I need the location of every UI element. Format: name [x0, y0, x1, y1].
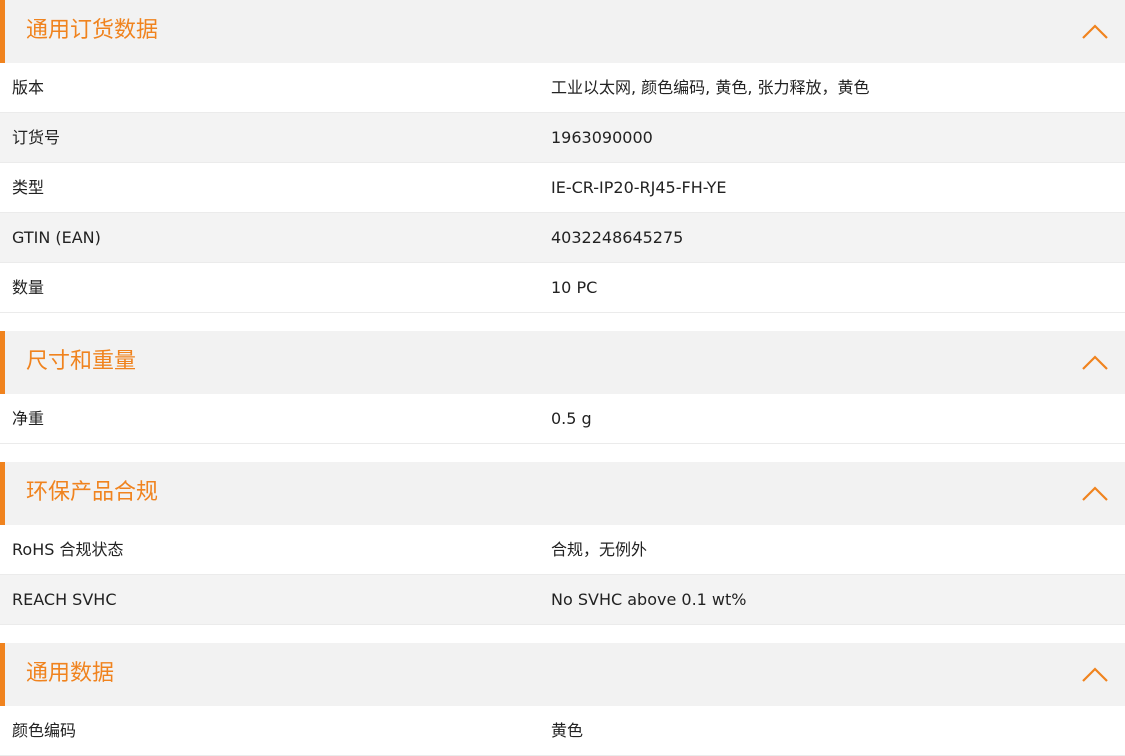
row-value: IE-CR-IP20-RJ45-FH-YE: [551, 178, 727, 197]
row-label: RoHS 合规状态: [12, 540, 124, 559]
table-row: REACH SVHC No SVHC above 0.1 wt%: [0, 575, 1125, 625]
table-row: 颜色编码 黄色: [0, 706, 1125, 756]
section-header-environmental-compliance[interactable]: 环保产品合规: [0, 462, 1125, 525]
row-label: GTIN (EAN): [12, 228, 101, 247]
section-general-data: 通用数据 颜色编码 黄色: [0, 643, 1125, 756]
section-title: 通用数据: [26, 661, 115, 686]
section-general-ordering-data: 通用订货数据 版本 工业以太网, 颜色编码, 黄色, 张力释放，黄色 订货号 1…: [0, 0, 1125, 313]
chevron-up-icon[interactable]: [1080, 483, 1110, 505]
row-label: 净重: [12, 409, 45, 428]
table-row: 订货号 1963090000: [0, 113, 1125, 163]
section-environmental-compliance: 环保产品合规 RoHS 合规状态 合规，无例外 REACH SVHC No SV…: [0, 462, 1125, 625]
row-value: No SVHC above 0.1 wt%: [551, 590, 747, 609]
table-row: 类型 IE-CR-IP20-RJ45-FH-YE: [0, 163, 1125, 213]
row-label: 颜色编码: [12, 721, 77, 740]
chevron-up-icon[interactable]: [1080, 352, 1110, 374]
row-value: 4032248645275: [551, 228, 684, 247]
row-value: 0.5 g: [551, 409, 592, 428]
row-value: 1963090000: [551, 128, 653, 147]
table-row: 版本 工业以太网, 颜色编码, 黄色, 张力释放，黄色: [0, 63, 1125, 113]
table-row: 数量 10 PC: [0, 263, 1125, 313]
section-title: 尺寸和重量: [26, 349, 137, 374]
row-label: REACH SVHC: [12, 590, 117, 609]
row-value: 工业以太网, 颜色编码, 黄色, 张力释放，黄色: [551, 78, 870, 97]
chevron-up-icon[interactable]: [1080, 21, 1110, 43]
section-title: 环保产品合规: [26, 480, 159, 505]
table-row: 净重 0.5 g: [0, 394, 1125, 444]
chevron-up-icon[interactable]: [1080, 664, 1110, 686]
table-row: GTIN (EAN) 4032248645275: [0, 213, 1125, 263]
row-value: 10 PC: [551, 278, 598, 297]
section-header-general-data[interactable]: 通用数据: [0, 643, 1125, 706]
section-header-general-ordering-data[interactable]: 通用订货数据: [0, 0, 1125, 63]
row-value: 黄色: [551, 721, 584, 740]
table-row: RoHS 合规状态 合规，无例外: [0, 525, 1125, 575]
row-label: 类型: [12, 178, 45, 197]
section-header-dimensions-weight[interactable]: 尺寸和重量: [0, 331, 1125, 394]
row-label: 订货号: [12, 128, 61, 147]
row-label: 数量: [12, 278, 45, 297]
row-value: 合规，无例外: [551, 540, 648, 559]
section-dimensions-weight: 尺寸和重量 净重 0.5 g: [0, 331, 1125, 444]
section-title: 通用订货数据: [26, 18, 159, 43]
row-label: 版本: [12, 78, 45, 97]
